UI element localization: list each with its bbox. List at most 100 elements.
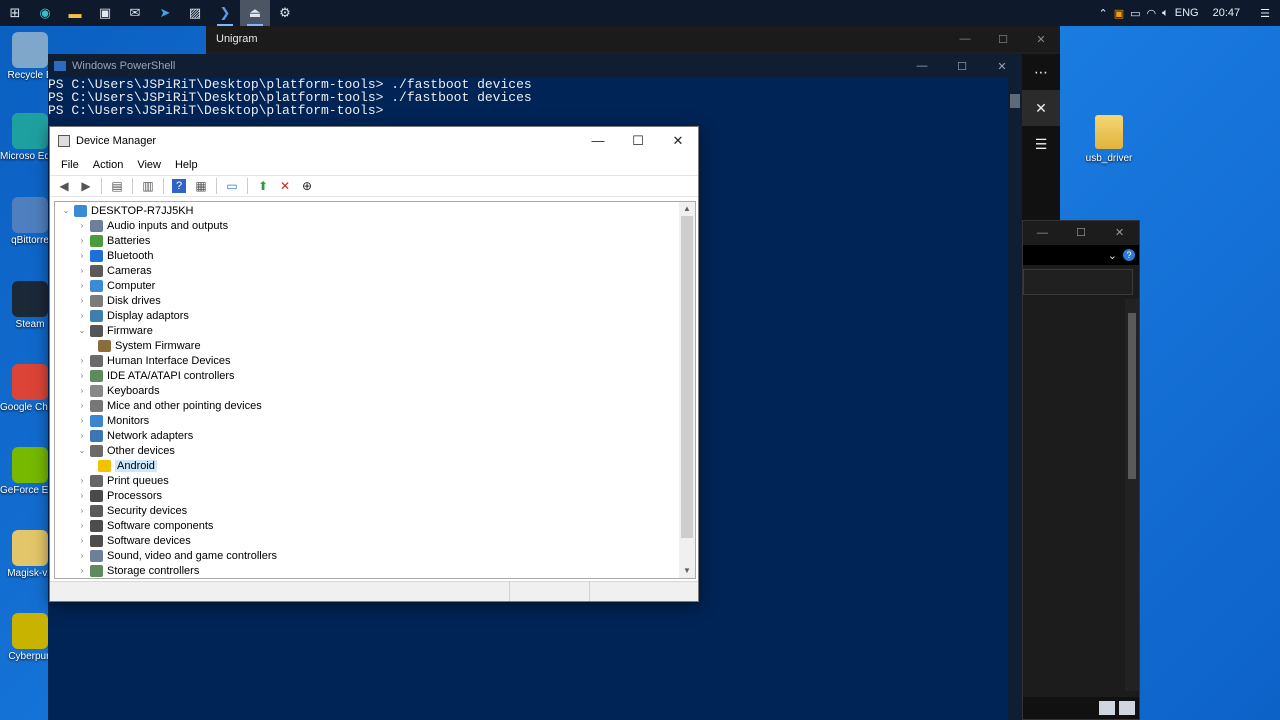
- device-category[interactable]: › Storage controllers: [77, 563, 199, 578]
- menu-view[interactable]: View: [130, 159, 168, 171]
- device-category[interactable]: › Cameras: [77, 263, 152, 278]
- maximize-button[interactable]: ☐: [1062, 221, 1101, 245]
- device-category[interactable]: ⌄ Other devices: [77, 443, 175, 458]
- device-category[interactable]: › Disk drives: [77, 293, 161, 308]
- device-category[interactable]: ⌄ Firmware: [77, 323, 153, 338]
- volume-icon[interactable]: 🔈︎: [1162, 7, 1169, 20]
- minimize-button[interactable]: —: [578, 133, 618, 149]
- address-field[interactable]: [1023, 269, 1133, 295]
- scrollbar[interactable]: [1125, 299, 1139, 691]
- tiles-view-icon[interactable]: [1119, 701, 1135, 715]
- minimize-button[interactable]: —: [902, 60, 942, 73]
- windows-icon[interactable]: ⊞: [0, 0, 30, 26]
- collapse-icon[interactable]: ⌄: [77, 446, 87, 455]
- menu-icon[interactable]: ☰: [1022, 126, 1060, 162]
- expand-icon[interactable]: ›: [77, 476, 87, 485]
- console-output[interactable]: PS C:\Users\JSPiRiT\Desktop\platform-too…: [48, 78, 1022, 117]
- details-view-icon[interactable]: [1099, 701, 1115, 715]
- expand-icon[interactable]: ›: [77, 371, 87, 380]
- menu-action[interactable]: Action: [86, 159, 131, 171]
- scroll-down-icon[interactable]: ▼: [679, 564, 695, 578]
- expand-icon[interactable]: ›: [77, 281, 87, 290]
- expand-icon[interactable]: ›: [77, 221, 87, 230]
- device-item[interactable]: System Firmware: [95, 338, 201, 353]
- expand-icon[interactable]: ›: [77, 296, 87, 305]
- device-category[interactable]: › Software devices: [77, 533, 191, 548]
- unigram-titlebar[interactable]: Unigram — ☐ ✕: [206, 26, 1060, 52]
- device-tree[interactable]: ⌄ DESKTOP-R7JJ5KH › Audio inputs and outp…: [54, 201, 696, 579]
- device-category[interactable]: › Mice and other pointing devices: [77, 398, 262, 413]
- minimize-button[interactable]: —: [1023, 221, 1062, 245]
- battery-tray-icon[interactable]: ▭: [1130, 7, 1140, 20]
- device-category[interactable]: › Monitors: [77, 413, 149, 428]
- maximize-button[interactable]: ☐: [984, 33, 1022, 46]
- device-category[interactable]: › IDE ATA/ATAPI controllers: [77, 368, 235, 383]
- device-category[interactable]: › Print queues: [77, 473, 169, 488]
- device-category[interactable]: › Security devices: [77, 503, 187, 518]
- tray-app-icon[interactable]: ▣: [1114, 7, 1124, 20]
- collapse-icon[interactable]: ⌄: [61, 206, 71, 215]
- close-button[interactable]: ✕: [982, 60, 1022, 73]
- notifications-icon[interactable]: ☰: [1260, 7, 1270, 20]
- expand-icon[interactable]: ›: [77, 401, 87, 410]
- powershell-icon[interactable]: ❯: [210, 0, 240, 26]
- expand-icon[interactable]: ›: [77, 536, 87, 545]
- minimize-button[interactable]: —: [946, 33, 984, 46]
- expand-icon[interactable]: ›: [77, 386, 87, 395]
- maximize-button[interactable]: ☐: [942, 60, 982, 73]
- device-category[interactable]: › Audio inputs and outputs: [77, 218, 228, 233]
- menu-help[interactable]: Help: [168, 159, 205, 171]
- mail-icon[interactable]: ✉: [120, 0, 150, 26]
- expand-icon[interactable]: ›: [77, 506, 87, 515]
- edge-icon[interactable]: ◉: [30, 0, 60, 26]
- close-button[interactable]: ✕: [1022, 33, 1060, 46]
- store-icon[interactable]: ▣: [90, 0, 120, 26]
- device-category[interactable]: › Batteries: [77, 233, 150, 248]
- expand-icon[interactable]: ›: [77, 236, 87, 245]
- expand-icon[interactable]: ›: [77, 566, 87, 575]
- file-explorer-icon[interactable]: ▬: [60, 0, 90, 26]
- tree-scrollbar[interactable]: ▲ ▼: [679, 202, 695, 578]
- help-icon[interactable]: ?: [172, 179, 186, 193]
- expand-icon[interactable]: ›: [77, 491, 87, 500]
- device-category[interactable]: › Computer: [77, 278, 155, 293]
- device-category[interactable]: › Human Interface Devices: [77, 353, 231, 368]
- uninstall-device-icon[interactable]: ✕: [275, 177, 295, 195]
- usb-icon[interactable]: ⏏: [240, 0, 270, 26]
- help-icon[interactable]: ?: [1123, 249, 1135, 261]
- close-button[interactable]: ✕: [658, 133, 698, 149]
- device-category[interactable]: › Sound, video and game controllers: [77, 548, 277, 563]
- device-manager-titlebar[interactable]: Device Manager — ☐ ✕: [50, 127, 698, 155]
- telegram-icon[interactable]: ➤: [150, 0, 180, 26]
- device-category[interactable]: › Keyboards: [77, 383, 160, 398]
- expand-icon[interactable]: ›: [77, 431, 87, 440]
- scroll-up-icon[interactable]: ▲: [679, 202, 695, 216]
- expand-icon[interactable]: ›: [77, 356, 87, 365]
- usb-driver-folder[interactable]: usb_driver: [1080, 115, 1138, 164]
- device-category[interactable]: › Network adapters: [77, 428, 193, 443]
- close-button[interactable]: ✕: [1100, 221, 1139, 245]
- collapse-icon[interactable]: ⌄: [77, 326, 87, 335]
- properties-icon[interactable]: ▥: [138, 177, 158, 195]
- back-icon[interactable]: ◀: [54, 177, 74, 195]
- expand-icon[interactable]: ›: [77, 416, 87, 425]
- menu-file[interactable]: File: [54, 159, 86, 171]
- expand-icon[interactable]: ›: [77, 266, 87, 275]
- device-category[interactable]: › Software components: [77, 518, 213, 533]
- console-scrollbar[interactable]: [1008, 78, 1022, 720]
- maximize-button[interactable]: ☐: [618, 133, 658, 149]
- more-options-icon[interactable]: ⋯: [1022, 54, 1060, 90]
- device-category[interactable]: › Display adaptors: [77, 308, 189, 323]
- device-item[interactable]: Android: [95, 458, 157, 473]
- action-pane-icon[interactable]: ▦: [191, 177, 211, 195]
- chevron-up-icon[interactable]: ⌃: [1099, 7, 1108, 20]
- expand-icon[interactable]: ›: [77, 251, 87, 260]
- tree-root[interactable]: ⌄ DESKTOP-R7JJ5KH: [61, 203, 194, 218]
- forward-icon[interactable]: ▶: [76, 177, 96, 195]
- device-category[interactable]: › Bluetooth: [77, 248, 153, 263]
- chevron-down-icon[interactable]: ⌄: [1108, 249, 1117, 262]
- scroll-thumb[interactable]: [681, 216, 693, 538]
- expand-icon[interactable]: ›: [77, 521, 87, 530]
- language-indicator[interactable]: ENG: [1175, 7, 1199, 19]
- powershell-titlebar[interactable]: Windows PowerShell — ☐ ✕: [48, 54, 1022, 78]
